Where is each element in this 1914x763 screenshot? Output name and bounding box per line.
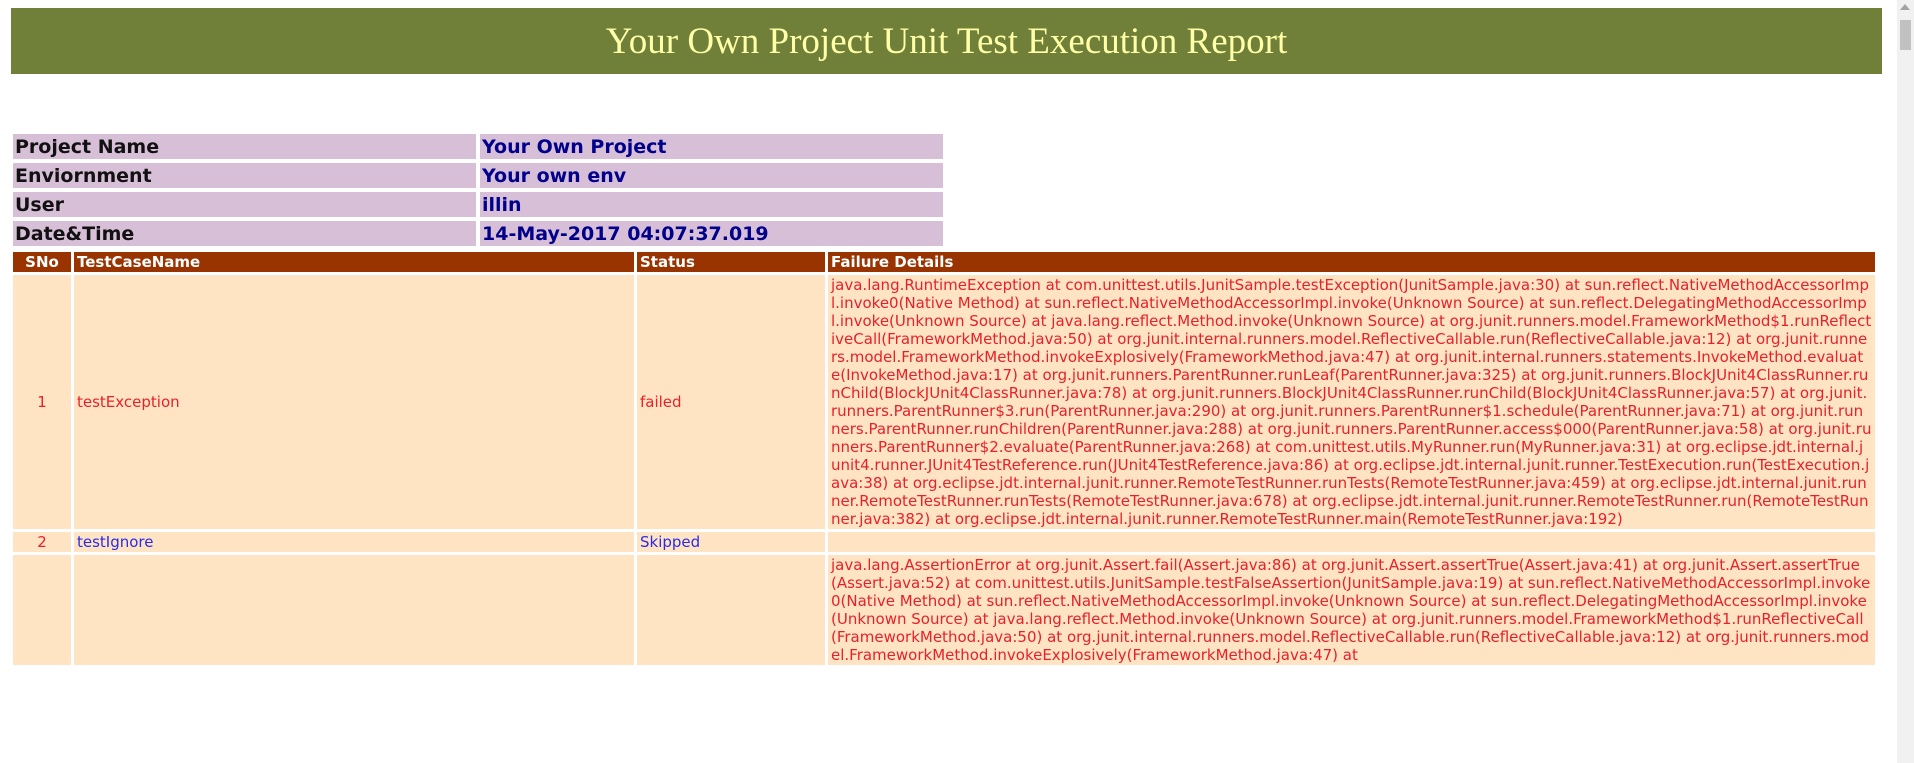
cell-failure-details: java.lang.RuntimeException at com.unitte… xyxy=(828,275,1875,529)
info-value: illin xyxy=(480,192,943,217)
info-row-project-name: Project Name Your Own Project xyxy=(13,134,943,159)
table-row: 1 testException failed java.lang.Runtime… xyxy=(13,275,1875,529)
info-label: User xyxy=(13,192,476,217)
table-header-row: SNo TestCaseName Status Failure Details xyxy=(13,252,1875,272)
report-page: Your Own Project Unit Test Execution Rep… xyxy=(0,0,1914,763)
cell-failure-details xyxy=(828,532,1875,552)
table-row: java.lang.AssertionError at org.junit.As… xyxy=(13,555,1875,665)
cell-status: Skipped xyxy=(637,532,825,552)
report-header: Your Own Project Unit Test Execution Rep… xyxy=(11,8,1882,74)
cell-status xyxy=(637,555,825,665)
cell-failure-details: java.lang.AssertionError at org.junit.As… xyxy=(828,555,1875,665)
project-info-table: Project Name Your Own Project Enviornmen… xyxy=(9,130,947,250)
info-value: Your Own Project xyxy=(480,134,943,159)
cell-test-case-name xyxy=(74,555,634,665)
info-value: Your own env xyxy=(480,163,943,188)
cell-status: failed xyxy=(637,275,825,529)
cell-test-case-name: testIgnore xyxy=(74,532,634,552)
column-header-failure-details: Failure Details xyxy=(828,252,1875,272)
vertical-scrollbar[interactable] xyxy=(1897,0,1914,763)
column-header-sno: SNo xyxy=(13,252,71,272)
report-title: Your Own Project Unit Test Execution Rep… xyxy=(605,20,1288,62)
cell-sno: 2 xyxy=(13,532,71,552)
cell-sno xyxy=(13,555,71,665)
scrollbar-thumb[interactable] xyxy=(1900,20,1911,50)
column-header-status: Status xyxy=(637,252,825,272)
info-label: Enviornment xyxy=(13,163,476,188)
info-row-date-time: Date&Time 14-May-2017 04:07:37.019 xyxy=(13,221,943,246)
test-results-table: SNo TestCaseName Status Failure Details … xyxy=(10,249,1878,668)
cell-sno: 1 xyxy=(13,275,71,529)
info-label: Project Name xyxy=(13,134,476,159)
info-row-environment: Enviornment Your own env xyxy=(13,163,943,188)
scroll-up-arrow-icon[interactable] xyxy=(1900,4,1910,10)
info-label: Date&Time xyxy=(13,221,476,246)
info-row-user: User illin xyxy=(13,192,943,217)
info-value: 14-May-2017 04:07:37.019 xyxy=(480,221,943,246)
table-row: 2 testIgnore Skipped xyxy=(13,532,1875,552)
cell-test-case-name: testException xyxy=(74,275,634,529)
column-header-test-case-name: TestCaseName xyxy=(74,252,634,272)
